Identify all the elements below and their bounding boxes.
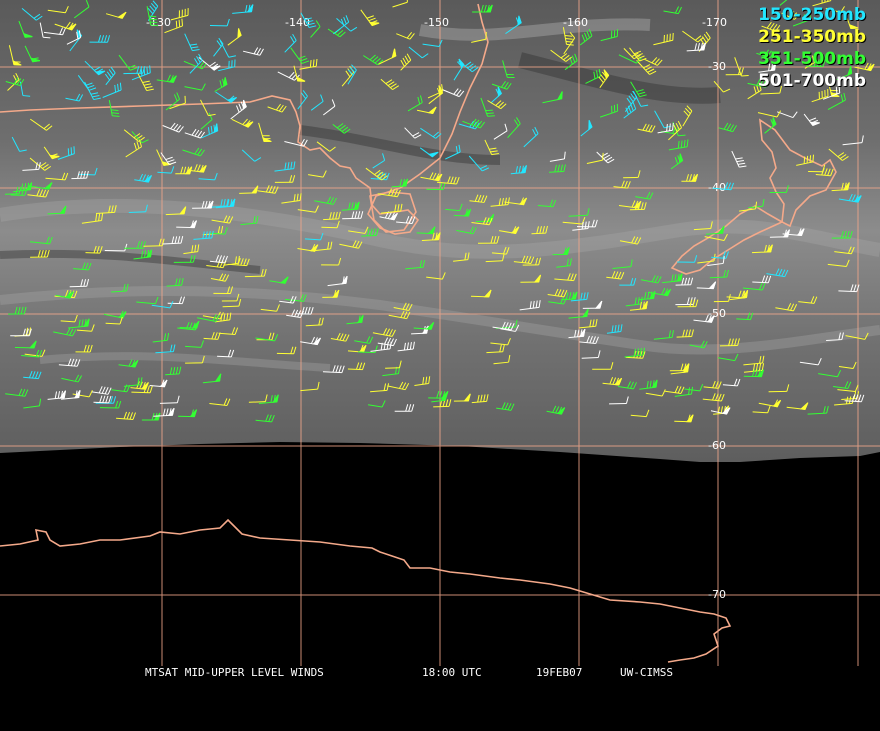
- antarctica-coastline: [0, 520, 730, 662]
- legend-entry-150-250: 150-250mb: [758, 4, 866, 26]
- product-title: MTSAT MID-UPPER LEVEL WINDS: [145, 666, 324, 679]
- legend-entry-351-500: 351-500mb: [758, 48, 866, 70]
- lon-label: -170: [702, 16, 727, 29]
- lat-label: -30: [708, 60, 726, 73]
- pressure-legend: 150-250mb 251-350mb 351-500mb 501-700mb: [758, 4, 866, 92]
- caption-bar: MTSAT MID-UPPER LEVEL WINDS 18:00 UTC 19…: [0, 666, 880, 680]
- lat-label: -50: [708, 307, 726, 320]
- lat-label: -40: [708, 181, 726, 194]
- valid-time: 18:00 UTC: [422, 666, 482, 679]
- wind-map: -130 -140 -150 -160 -170 -30 -40 -50 -60…: [0, 0, 880, 680]
- legend-entry-501-700: 501-700mb: [758, 70, 866, 92]
- lon-label: -150: [424, 16, 449, 29]
- lon-label: -160: [563, 16, 588, 29]
- source-credit: UW-CIMSS: [620, 666, 673, 679]
- legend-entry-251-350: 251-350mb: [758, 26, 866, 48]
- valid-date: 19FEB07: [536, 666, 582, 679]
- lat-label: -60: [708, 439, 726, 452]
- lat-label: -70: [708, 588, 726, 601]
